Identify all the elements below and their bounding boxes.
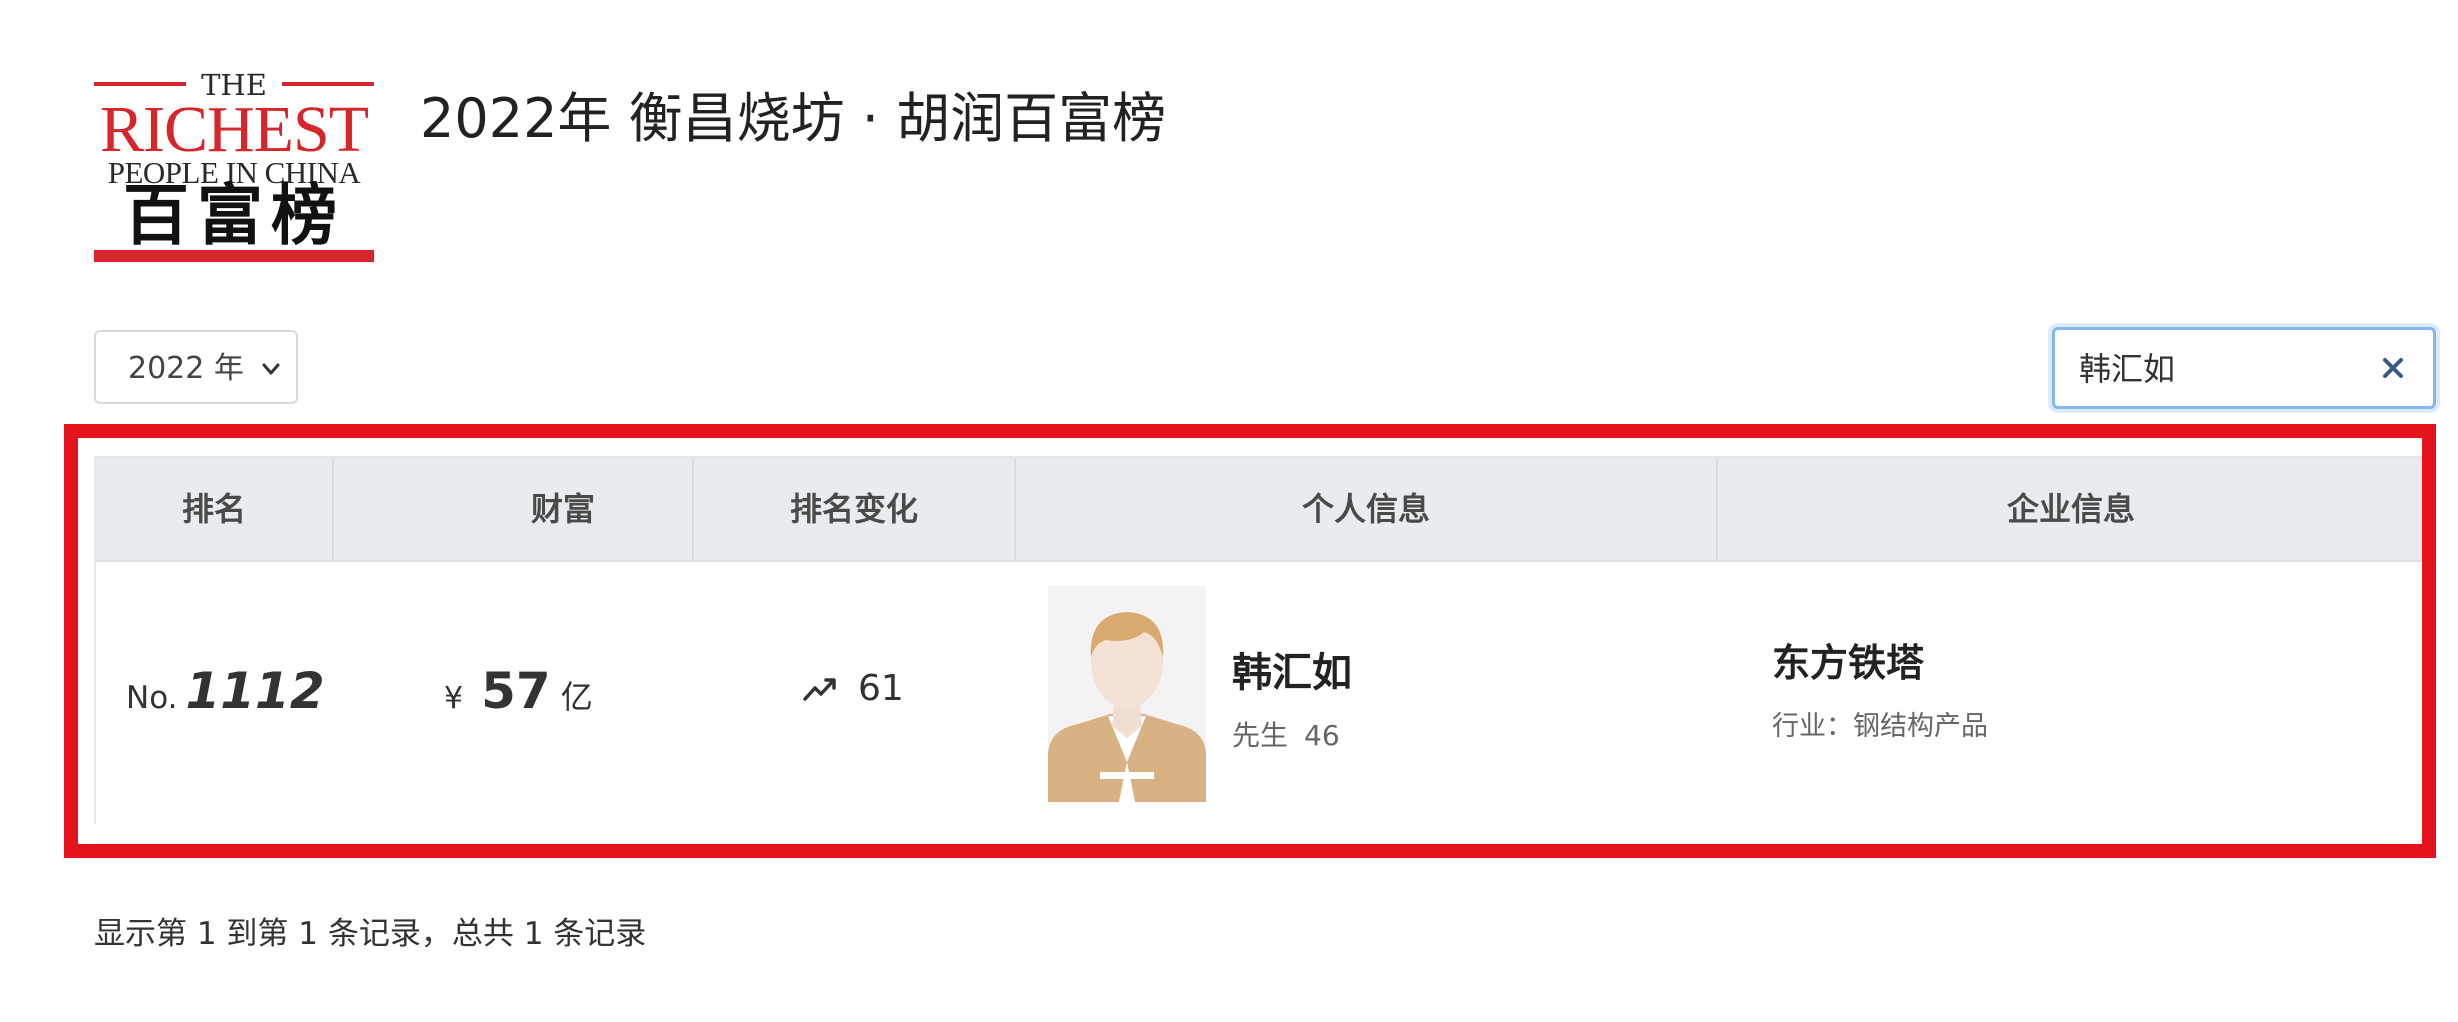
year-select[interactable]: 2022 年 [94,330,298,404]
search-input-value: 韩汇如 [2079,350,2176,388]
highlight-frame [64,424,2436,858]
page-title: 2022年 衡昌烧坊 · 胡润百富榜 [420,87,1167,150]
logo-chinese-title: 百富榜 [123,177,345,254]
logo-bar [94,250,374,262]
site-logo[interactable]: THE RICHEST PEOPLE IN CHINA 百富榜 [94,70,374,262]
close-icon[interactable] [2379,354,2407,382]
pagination-info: 显示第 1 到第 1 条记录，总共 1 条记录 [94,916,647,952]
logo-richest: RICHEST [99,93,369,166]
search-input[interactable]: 韩汇如 [2052,327,2436,409]
year-select-value: 2022 年 [128,351,244,386]
chevron-down-icon [262,363,280,375]
